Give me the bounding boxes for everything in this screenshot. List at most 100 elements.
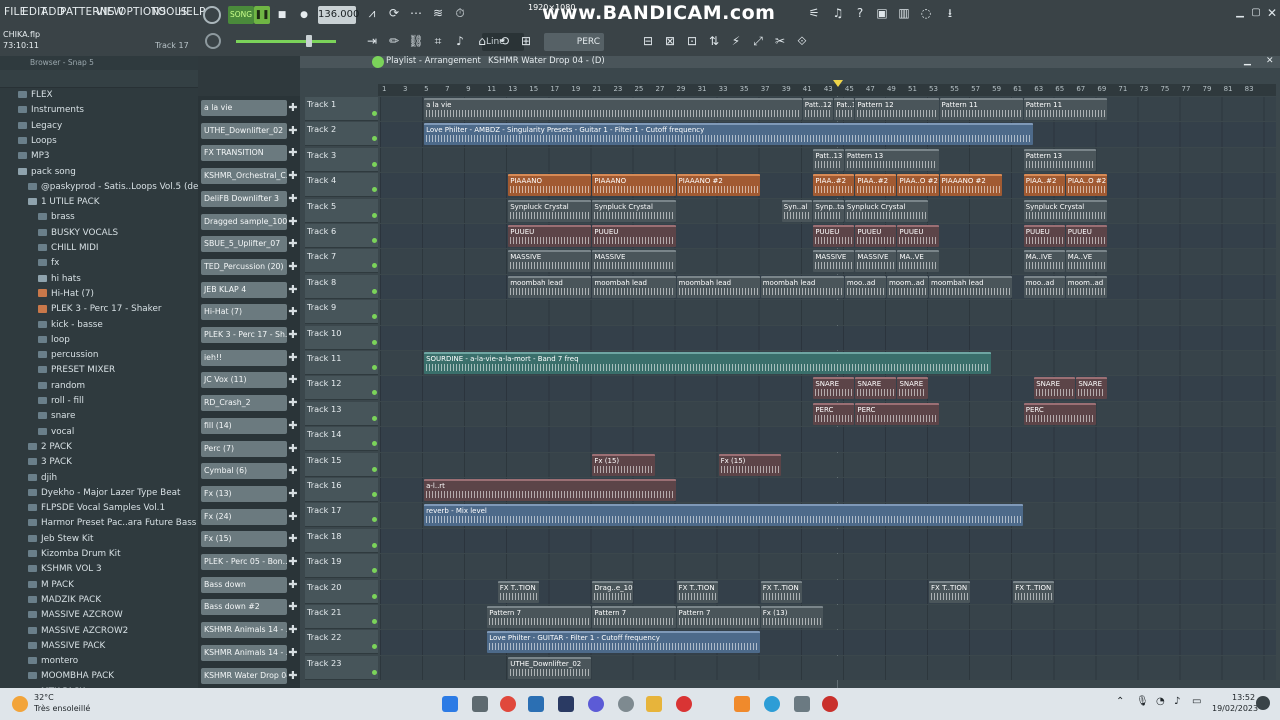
browser-folder[interactable]: loop	[38, 333, 70, 347]
playlist-clip[interactable]: Pattern 11	[1023, 98, 1107, 120]
clip-source-button[interactable]: Fx (13)	[201, 485, 287, 502]
clip-source-button[interactable]: KSHMR Animals 14 - ..	[201, 622, 287, 639]
track-mute-led[interactable]	[372, 669, 377, 675]
step-edit-icon[interactable]: ⋯	[408, 5, 424, 21]
word-icon[interactable]	[528, 696, 544, 712]
browser-folder[interactable]: percussion	[38, 348, 98, 362]
add-clip-icon[interactable]: ✚	[288, 395, 298, 411]
playlist-clip[interactable]: MASSIVE	[813, 250, 855, 273]
playlist-clip[interactable]: moom..ad	[1065, 275, 1107, 298]
playlist-clip[interactable]: PIAA..#2	[813, 174, 855, 197]
add-clip-icon[interactable]: ✚	[288, 100, 298, 116]
task-view-icon[interactable]	[472, 696, 488, 712]
playlist-clip[interactable]: Syn..al	[781, 199, 813, 222]
playlist-clip[interactable]: SNARE	[813, 377, 855, 400]
add-clip-icon[interactable]: ✚	[288, 645, 298, 661]
playlist-clip[interactable]: Pattern 13	[1023, 148, 1097, 171]
clip-source-button[interactable]: Cymbal (6)	[201, 463, 287, 480]
master-pitch-slider[interactable]	[236, 40, 336, 43]
playlist-clip[interactable]: PIAA..O #2	[1065, 174, 1107, 197]
track-mute-led[interactable]	[372, 365, 377, 370]
track-header[interactable]: Track 3	[305, 147, 378, 172]
track-mute-led[interactable]	[372, 390, 377, 396]
browser-folder[interactable]: Dyekho - Major Lazer Type Beat	[28, 486, 180, 500]
clip-source-button[interactable]: ieh!!	[201, 349, 287, 366]
playlist-clip[interactable]: a la vie	[424, 98, 802, 120]
track-mute-led[interactable]	[372, 161, 377, 167]
sort-icon[interactable]: ⇅	[706, 33, 722, 49]
mixer-icon[interactable]: ⚟	[806, 5, 822, 21]
track-mute-led[interactable]	[372, 593, 377, 599]
playlist-clip[interactable]: moombah lead	[760, 275, 844, 298]
metronome-icon[interactable]: ⩘	[364, 5, 380, 21]
track-mute-led[interactable]	[372, 415, 377, 421]
add-clip-icon[interactable]: ✚	[288, 350, 298, 366]
playlist-clip[interactable]: moombah lead	[676, 275, 760, 298]
browser-folder[interactable]: random	[38, 379, 85, 393]
note-icon[interactable]: ♪	[452, 33, 468, 49]
browser-folder[interactable]: Jeb Stew Kit	[28, 532, 94, 546]
add-clip-icon[interactable]: ✚	[288, 191, 298, 207]
track-mute-led[interactable]	[372, 212, 377, 218]
track-mute-led[interactable]	[372, 136, 377, 142]
add-clip-icon[interactable]: ✚	[288, 304, 298, 320]
windows-start-icon[interactable]	[442, 696, 458, 712]
minus-box-icon[interactable]: ⊟	[640, 33, 656, 49]
playlist-clip[interactable]: moombah lead	[592, 275, 676, 298]
playlist-clip[interactable]: MA..VE	[897, 250, 939, 273]
playlist-clip[interactable]: Love Philter - GUITAR - Filter 1 - Cutof…	[487, 631, 760, 654]
pattern-song-dial-icon[interactable]	[203, 6, 221, 24]
track-mute-led[interactable]	[372, 644, 377, 650]
browser-clip[interactable]: PLEK 3 - Perc 17 - Shaker	[38, 302, 161, 316]
track-mute-led[interactable]	[372, 339, 377, 345]
menu-help[interactable]: HELP	[178, 6, 206, 18]
playlist-clip[interactable]: PIAA..#2	[855, 174, 897, 197]
plug-icon[interactable]: ⚡	[728, 33, 744, 49]
playlist-clip[interactable]: SNARE	[1034, 377, 1076, 400]
browser-folder[interactable]: brass	[38, 210, 75, 224]
track-header[interactable]: Track 2	[305, 122, 378, 147]
browser-folder[interactable]: M PACK	[28, 578, 74, 592]
track-mute-led[interactable]	[372, 288, 377, 294]
add-clip-icon[interactable]: ✚	[288, 554, 298, 570]
fl-studio-icon[interactable]	[734, 696, 750, 712]
track-mute-led[interactable]	[372, 238, 377, 243]
track-header[interactable]: Track 10	[305, 325, 378, 350]
playlist-clip[interactable]: Synp..tal	[813, 199, 844, 222]
clip-source-button[interactable]: RD_Crash_2	[201, 395, 287, 412]
playlist-clip[interactable]: moombah lead	[929, 275, 1013, 298]
blend-notes-icon[interactable]: ≋	[430, 5, 446, 21]
browser-folder[interactable]: @paskyprod - Satis..Loops Vol.5 (demo)	[28, 180, 216, 194]
playlist-clip[interactable]: MASSIVE	[855, 250, 897, 273]
playlist-minimize-icon[interactable]: ▁	[1244, 56, 1251, 66]
browser-folder[interactable]: MOOMBHA PACK	[28, 669, 114, 683]
add-clip-icon[interactable]: ✚	[288, 509, 298, 525]
add-clip-icon[interactable]: ✚	[288, 531, 298, 547]
playlist-clip[interactable]: Pattern 12	[855, 98, 939, 120]
browser-folder[interactable]: Legacy	[18, 119, 62, 133]
track-mute-led[interactable]	[372, 517, 377, 523]
perc-selector[interactable]: PERC	[544, 33, 604, 51]
save-icon[interactable]: ▣	[874, 5, 890, 21]
add-clip-icon[interactable]: ✚	[288, 463, 298, 479]
browser-folder[interactable]: FLEX	[18, 88, 53, 102]
track-mute-led[interactable]	[372, 568, 377, 574]
browser-folder[interactable]: 1 UTILE PACK	[28, 195, 100, 209]
browser-folder[interactable]: BUSKY VOCALS	[38, 226, 118, 240]
close-icon[interactable]: ✕	[1264, 5, 1280, 21]
track-header[interactable]: Track 4	[305, 173, 378, 198]
link-icon[interactable]: ⛓	[408, 33, 424, 49]
clip-source-button[interactable]: UTHE_Downlifter_02	[201, 122, 287, 139]
playlist-clip[interactable]: PUUEU	[592, 225, 676, 247]
playlist-pattern[interactable]: KSHMR Water Drop 04 - (D)	[488, 56, 605, 66]
photos-icon[interactable]	[794, 696, 810, 712]
browser-folder[interactable]: FLPSDE Vocal Samples Vol.1	[28, 501, 165, 515]
playlist-close-icon[interactable]: ✕	[1266, 56, 1274, 66]
resize-icon[interactable]: ⤢	[750, 33, 766, 49]
add-clip-icon[interactable]: ✚	[288, 236, 298, 252]
playlist-clip[interactable]: Pattern 13	[844, 148, 939, 171]
wifi-icon[interactable]: ◔	[1156, 696, 1165, 707]
browser-folder[interactable]: MASSIVE AZCROW	[28, 608, 123, 622]
volume-icon[interactable]: ♪	[1174, 696, 1180, 707]
playlist-clip[interactable]: SOURDINE - a-la-vie-a-la-mort - Band 7 f…	[424, 352, 992, 374]
